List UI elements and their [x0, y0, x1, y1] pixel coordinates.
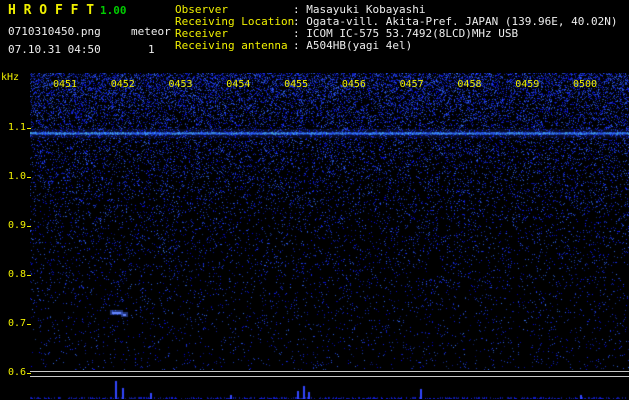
label-value-separator: :: [293, 39, 307, 52]
freq-tick-label: 0.9: [7, 220, 26, 231]
freq-tick-mark: [27, 275, 31, 276]
time-tick-label: 0451: [52, 79, 78, 90]
freq-tick-label: 0.8: [7, 269, 26, 280]
station-info-row: Receiving antenna: A504HB(yagi 4el): [175, 40, 618, 52]
freq-tick-label: 0.7: [7, 318, 26, 329]
station-info-block: Observer: Masayuki Kobayashi Receiving Lo…: [175, 4, 618, 52]
station-info-label: Receiving antenna: [175, 39, 288, 52]
freq-tick-mark: [27, 226, 31, 227]
time-tick-label: 0458: [457, 79, 482, 90]
y-axis-unit-label: kHz: [1, 72, 20, 83]
meteor-counter-label: meteor: [131, 25, 171, 38]
freq-tick-label: 1.1: [7, 122, 26, 133]
time-tick-label: 0459: [515, 79, 540, 90]
spectrogram-canvas: [30, 73, 629, 370]
signal-level-strip-canvas: [30, 377, 629, 399]
time-tick-label: 0452: [110, 79, 135, 90]
time-tick-label: 0454: [226, 79, 251, 90]
hrofft-output-window: H R O F F T 1.00 0710310450.png meteor 0…: [0, 0, 629, 400]
time-tick-label: 0500: [572, 79, 598, 90]
freq-tick-mark: [27, 177, 31, 178]
freq-tick-mark: [27, 324, 31, 325]
freq-tick-mark: [27, 373, 31, 374]
app-title: H R O F F T: [8, 3, 95, 18]
freq-tick-mark: [27, 128, 31, 129]
freq-tick-label: 0.6: [7, 367, 26, 378]
output-filename: 0710310450.png: [8, 25, 101, 38]
divider-line-top: [30, 371, 629, 372]
time-tick-label: 0453: [168, 79, 193, 90]
meteor-count: 1: [148, 43, 155, 56]
station-info-value: A504HB(yagi 4el): [306, 39, 413, 52]
observation-datetime: 07.10.31 04:50: [8, 43, 101, 56]
time-tick-label: 0456: [341, 79, 366, 90]
time-tick-label: 0457: [399, 79, 424, 90]
time-tick-label: 0455: [284, 79, 309, 90]
app-version: 1.00: [100, 4, 127, 17]
freq-tick-label: 1.0: [7, 171, 26, 182]
